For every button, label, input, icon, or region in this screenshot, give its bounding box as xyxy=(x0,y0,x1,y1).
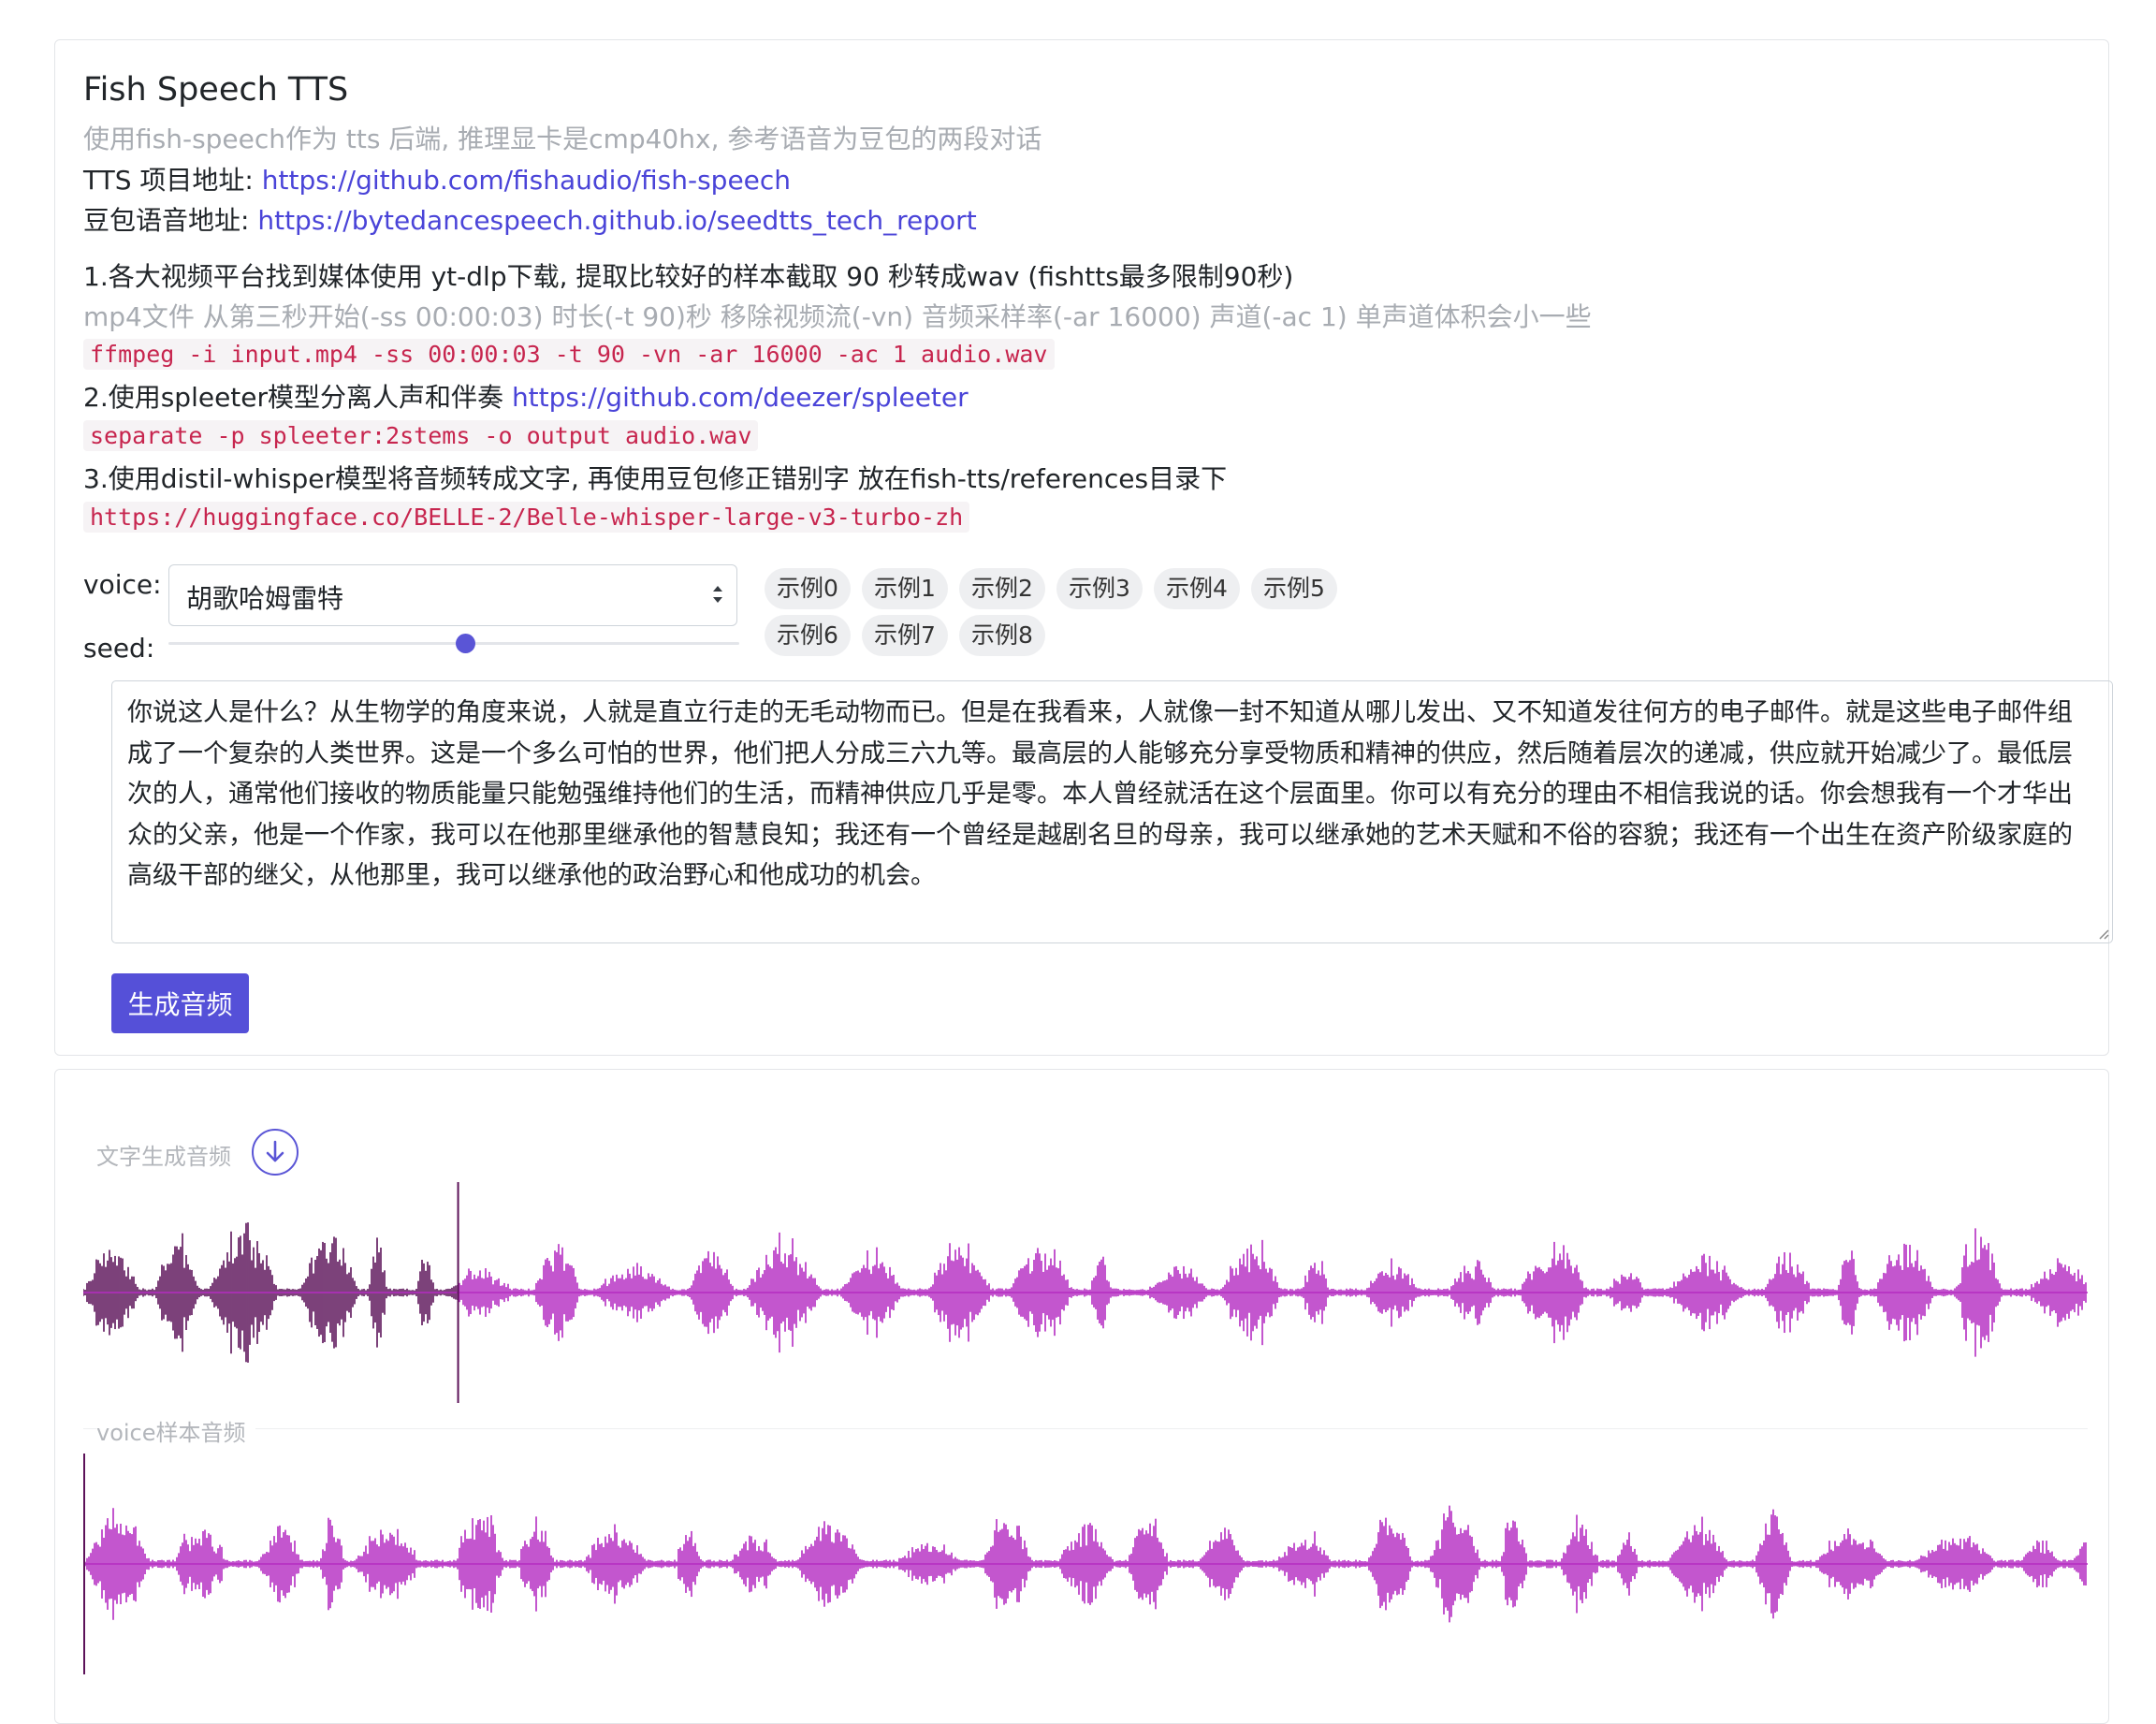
tts-project-line: TTS 项目地址: https://github.com/fishaudio/f… xyxy=(83,160,791,197)
generated-audio-waveform[interactable] xyxy=(83,1182,2088,1403)
audio-output-card: 文字生成音频 voice样本音频 xyxy=(54,1069,2109,1724)
sample-audio-label: voice样本音频 xyxy=(96,1414,255,1447)
download-arrow-icon xyxy=(266,1140,284,1162)
tts-text-input[interactable]: 你说这人是什么？从生物学的角度来说，人就是直立行走的无毛动物而已。但是在我看来，… xyxy=(111,680,2113,943)
tts-project-label: TTS 项目地址: xyxy=(83,165,262,196)
doubao-label: 豆包语音地址: xyxy=(83,205,258,236)
voice-label: voice: xyxy=(83,569,162,600)
step3-text: 3.使用distil-whisper模型将音频转成文字, 再使用豆包修正错别字 … xyxy=(83,463,1228,494)
step2-code: separate -p spleeter:2stems -o output au… xyxy=(83,420,759,451)
step2-code-line: separate -p spleeter:2stems -o output au… xyxy=(83,420,759,451)
tts-form-card: Fish Speech TTS 使用fish-speech作为 tts 后端, … xyxy=(54,39,2113,1056)
download-button[interactable] xyxy=(252,1129,299,1176)
page-subtitle: 使用fish-speech作为 tts 后端, 推理显卡是cmp40hx, 参考… xyxy=(83,124,1042,154)
example-chip-1[interactable]: 示例1 xyxy=(862,568,948,609)
example-chip-0[interactable]: 示例0 xyxy=(765,568,851,609)
seed-slider-track[interactable] xyxy=(168,642,739,645)
step3-code-line: https://huggingface.co/BELLE-2/Belle-whi… xyxy=(83,502,970,533)
example-chip-4[interactable]: 示例4 xyxy=(1154,568,1240,609)
sample-audio-waveform[interactable] xyxy=(83,1454,2088,1674)
example-chip-2[interactable]: 示例2 xyxy=(959,568,1045,609)
tts-project-link[interactable]: https://github.com/fishaudio/fish-speech xyxy=(262,165,791,196)
doubao-link[interactable]: https://bytedancespeech.github.io/seedtt… xyxy=(257,205,976,236)
step1-code: ffmpeg -i input.mp4 -ss 00:00:03 -t 90 -… xyxy=(83,339,1055,370)
resize-handle-icon[interactable] xyxy=(2096,927,2109,940)
step1-text: 1.各大视频平台找到媒体使用 yt-dlp下载, 提取比较好的样本截取 90 秒… xyxy=(83,261,1294,292)
example-chip-7[interactable]: 示例7 xyxy=(862,615,948,656)
tts-text-value: 你说这人是什么？从生物学的角度来说，人就是直立行走的无毛动物而已。但是在我看来，… xyxy=(127,698,2073,890)
step3-code: https://huggingface.co/BELLE-2/Belle-whi… xyxy=(83,502,970,533)
example-chip-8[interactable]: 示例8 xyxy=(959,615,1045,656)
step1-note: mp4文件 从第三秒开始(-ss 00:00:03) 时长(-t 90)秒 移除… xyxy=(83,301,1592,332)
spleeter-link[interactable]: https://github.com/deezer/spleeter xyxy=(512,382,969,413)
step2-text: 2.使用spleeter模型分离人声和伴奏 xyxy=(83,382,512,413)
step1-code-line: ffmpeg -i input.mp4 -ss 00:00:03 -t 90 -… xyxy=(83,339,1055,370)
voice-select[interactable]: 胡歌哈姆雷特 xyxy=(168,564,737,626)
generated-audio-label: 文字生成音频 xyxy=(96,1144,231,1170)
doubao-line: 豆包语音地址: https://bytedancespeech.github.i… xyxy=(83,200,977,238)
page-title: Fish Speech TTS xyxy=(83,71,349,109)
seed-slider-thumb[interactable] xyxy=(456,634,476,653)
step2-line: 2.使用spleeter模型分离人声和伴奏 https://github.com… xyxy=(83,377,969,415)
example-chip-6[interactable]: 示例6 xyxy=(765,615,851,656)
generate-audio-button[interactable]: 生成音频 xyxy=(111,973,249,1033)
example-chip-3[interactable]: 示例3 xyxy=(1056,568,1143,609)
voice-select-value: 胡歌哈姆雷特 xyxy=(186,583,344,614)
select-arrows-icon xyxy=(713,586,722,603)
seed-label: seed: xyxy=(83,633,155,664)
waveform-divider xyxy=(83,1428,2088,1429)
example-chip-5[interactable]: 示例5 xyxy=(1251,568,1337,609)
